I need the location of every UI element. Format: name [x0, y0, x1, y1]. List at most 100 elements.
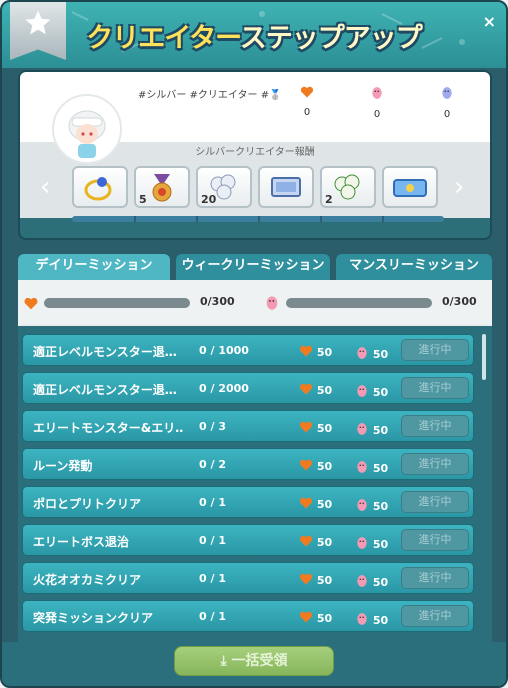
mission-heart-value: 50 [316, 384, 333, 397]
reward-prev-arrow[interactable]: ‹ [40, 172, 50, 202]
purple-bean-stat-value: 0 [443, 109, 451, 120]
mission-status-button[interactable]: 進行中 [401, 567, 469, 589]
mission-bean-value: 50 [372, 386, 389, 399]
pink-bean-icon [357, 347, 367, 359]
mission-heart-value: 50 [316, 498, 333, 511]
mission-progress: 0 / 1 [199, 534, 226, 547]
footer-bar: ⤓ 一括受領 [2, 642, 506, 686]
heart-stat-value: 0 [303, 107, 311, 118]
mission-status-button[interactable]: 進行中 [401, 529, 469, 551]
claim-all-button[interactable]: ⤓ 一括受領 [174, 646, 334, 676]
pink-bean-stat-value: 0 [373, 109, 381, 120]
purple-bean-stat: 0 [432, 86, 462, 120]
close-button[interactable]: × [483, 12, 496, 31]
pink-bean-icon [357, 537, 367, 549]
pink-bean-icon [372, 87, 382, 99]
mission-row: 突発ミッションクリア 0 / 1 50 50 進行中 [22, 600, 474, 632]
mission-bean-value: 50 [372, 576, 389, 589]
mission-row: エリートボス退治 0 / 1 50 50 進行中 [22, 524, 474, 556]
creator-stepup-window: クリエイターステップアップ × #シルバー #クリエイター #🥈 0 0 0 シ… [0, 0, 508, 688]
mission-bean-reward: 50 [355, 534, 388, 551]
mission-bean-value: 50 [372, 424, 389, 437]
reward-count: 2 [325, 193, 333, 206]
pink-bean-icon [357, 613, 367, 625]
mission-progress: 0 / 3 [199, 420, 226, 433]
title-part-2: ステップアップ [239, 23, 423, 54]
mission-heart-reward: 50 [299, 344, 332, 359]
reward-item[interactable] [258, 166, 314, 208]
mission-heart-value: 50 [316, 422, 333, 435]
mission-status-button[interactable]: 進行中 [401, 339, 469, 361]
reward-next-arrow[interactable]: › [454, 172, 464, 202]
mission-heart-reward: 50 [299, 458, 332, 473]
mission-progress: 0 / 1 [199, 572, 226, 585]
tab-monthly[interactable]: マンスリーミッション [336, 254, 492, 280]
reward-item[interactable]: 20 [196, 166, 252, 208]
profile-panel: #シルバー #クリエイター #🥈 0 0 0 シルバークリエイター報酬 ‹ › … [18, 70, 492, 240]
heart-progress-bar [44, 298, 190, 308]
mission-name: エリートボス退治 [33, 535, 130, 549]
reward-progress-bar [72, 216, 444, 222]
mission-heart-reward: 50 [299, 572, 332, 587]
pink-bean-icon [357, 423, 367, 435]
mission-content: 0/300 0/300 適正レベルモンスター退… 0 / 1000 50 50 進行… [18, 280, 492, 686]
reward-count: 5 [139, 193, 147, 206]
mission-progress: 0 / 1 [199, 496, 226, 509]
mission-row: 適正レベルモンスター退… 0 / 2000 50 50 進行中 [22, 372, 474, 404]
orange-heart-icon [299, 611, 313, 623]
reward-item[interactable] [382, 166, 438, 208]
tab-weekly[interactable]: ウィークリーミッション [176, 254, 330, 280]
mission-status-button[interactable]: 進行中 [401, 377, 469, 399]
mission-name: 火花オオカミクリア [33, 573, 142, 587]
ticket-icon [393, 179, 427, 197]
mission-status-button[interactable]: 進行中 [401, 415, 469, 437]
orange-heart-icon [299, 421, 313, 433]
orange-heart-icon [299, 345, 313, 357]
reward-carousel: ‹ › 5 20 2 [20, 158, 490, 218]
pink-bean-icon [266, 296, 278, 310]
mission-bean-reward: 50 [355, 344, 388, 361]
mission-status-button[interactable]: 進行中 [401, 491, 469, 513]
reward-item[interactable]: 5 [134, 166, 190, 208]
reward-item[interactable] [72, 166, 128, 208]
orange-heart-icon [299, 497, 313, 509]
mission-heart-reward: 50 [299, 382, 332, 397]
avatar [52, 94, 122, 164]
pink-bean-icon [357, 575, 367, 587]
mission-name: 適正レベルモンスター退… [33, 383, 177, 397]
mission-heart-value: 50 [316, 574, 333, 587]
mission-heart-value: 50 [316, 536, 333, 549]
mission-heart-value: 50 [316, 346, 333, 359]
window-title: クリエイターステップアップ [2, 16, 506, 55]
reward-count: 20 [201, 193, 217, 206]
tab-daily[interactable]: デイリーミッション [18, 254, 170, 280]
mission-name: エリートモンスター&エリ… [33, 421, 183, 435]
mission-bean-reward: 50 [355, 382, 388, 399]
mission-row: ポロとプリトクリア 0 / 1 50 50 進行中 [22, 486, 474, 518]
mission-status-button[interactable]: 進行中 [401, 453, 469, 475]
mission-heart-value: 50 [316, 612, 333, 625]
orange-heart-icon [299, 383, 313, 395]
mission-name: 突発ミッションクリア [33, 611, 154, 625]
pink-bean-icon [357, 385, 367, 397]
download-icon: ⤓ [220, 653, 227, 669]
mission-tabs: デイリーミッション ウィークリーミッション マンスリーミッション [18, 254, 492, 280]
mission-bean-value: 50 [372, 462, 389, 475]
pink-bean-icon [357, 499, 367, 511]
mission-name: ルーン発動 [33, 459, 93, 473]
mission-heart-reward: 50 [299, 496, 332, 511]
mission-row: ルーン発動 0 / 2 50 50 進行中 [22, 448, 474, 480]
orange-heart-icon [300, 86, 314, 98]
purple-bean-icon [442, 87, 452, 99]
mission-progress: 0 / 2000 [199, 382, 249, 395]
mission-scrollbar[interactable] [482, 334, 486, 380]
mission-status-button[interactable]: 進行中 [401, 605, 469, 627]
orange-heart-icon [299, 459, 313, 471]
reward-item[interactable]: 2 [320, 166, 376, 208]
character-avatar-icon [68, 110, 106, 158]
title-part-1: クリエイター [86, 23, 241, 54]
orange-heart-icon [299, 573, 313, 585]
mission-bean-value: 50 [372, 538, 389, 551]
orange-heart-icon [299, 535, 313, 547]
mission-bean-reward: 50 [355, 420, 388, 437]
